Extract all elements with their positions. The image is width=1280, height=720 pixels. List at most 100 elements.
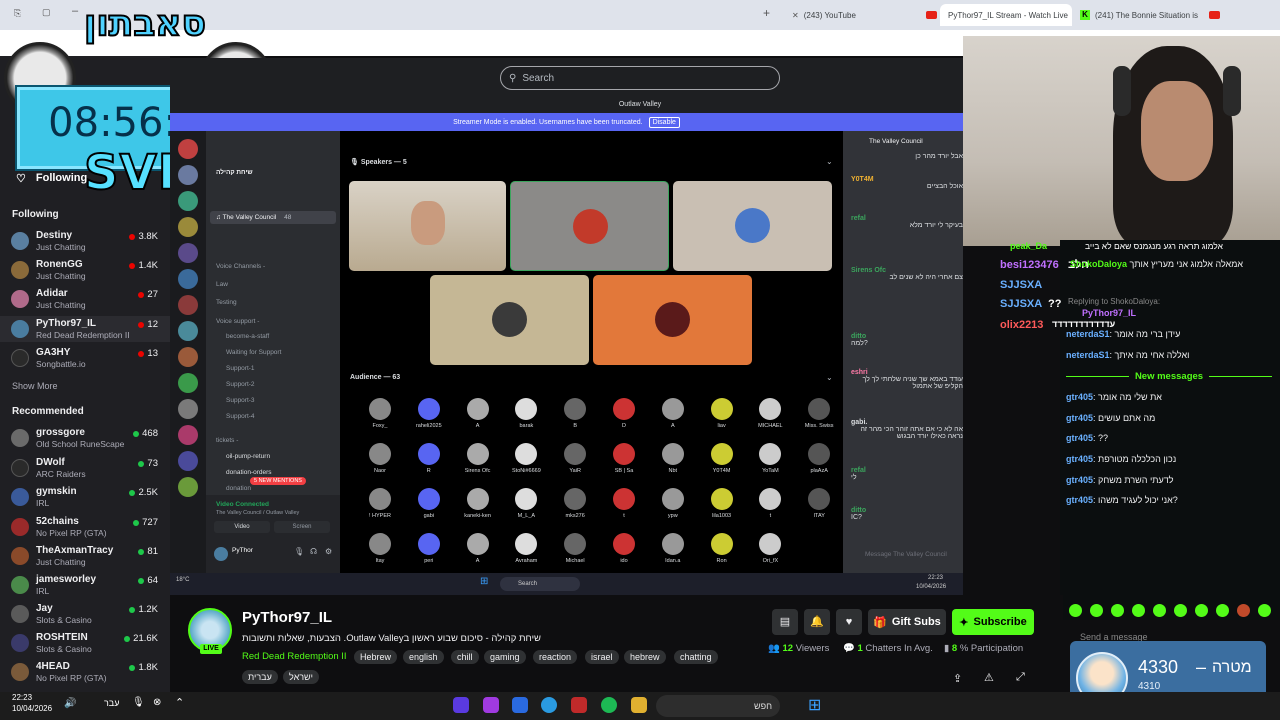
- audience-member[interactable]: kaneki-ken: [458, 488, 498, 519]
- sidebar-channel-destiny[interactable]: Destiny Just Chatting 3.8K: [0, 228, 170, 254]
- server-icon[interactable]: [178, 451, 198, 471]
- app-icon[interactable]: [483, 697, 499, 713]
- audience-member[interactable]: ! HYPER: [360, 488, 400, 519]
- server-icon[interactable]: [178, 373, 198, 393]
- audience-member[interactable]: YaiR: [555, 443, 595, 474]
- channel-item[interactable]: tickets -: [216, 437, 238, 444]
- audience-member[interactable]: raheli2025: [409, 398, 449, 429]
- language-indicator[interactable]: עבר: [104, 698, 119, 708]
- audience-member[interactable]: Y0T4M: [702, 443, 742, 474]
- server-icon[interactable]: [178, 165, 198, 185]
- channel-item[interactable]: become-a-staff: [226, 333, 269, 340]
- gift-subs-button[interactable]: 🎁 Gift Subs: [868, 609, 946, 635]
- category-link[interactable]: Red Dead Redemption II: [242, 651, 347, 662]
- server-icon[interactable]: [178, 425, 198, 445]
- server-icon[interactable]: [178, 191, 198, 211]
- channel-item[interactable]: Voice support -: [216, 318, 259, 325]
- collapse-icon[interactable]: ⤢: [1016, 671, 1025, 684]
- tag[interactable]: gaming: [484, 650, 526, 664]
- audience-member[interactable]: ypw: [653, 488, 693, 519]
- audience-member[interactable]: lila1003: [702, 488, 742, 519]
- headset-icon[interactable]: ☊: [310, 547, 317, 556]
- channel-item[interactable]: Waiting for Support: [226, 349, 281, 356]
- sidebar-channel-ronengg[interactable]: RonenGG Just Chatting 1.4K: [0, 257, 170, 283]
- emote-icon[interactable]: [1195, 604, 1208, 617]
- tag[interactable]: chatting: [674, 650, 718, 664]
- tab-list-icon[interactable]: ⎘: [14, 8, 21, 19]
- note-button[interactable]: ▤: [772, 609, 798, 635]
- tag[interactable]: עברית: [242, 670, 278, 684]
- audience-member[interactable]: Nbt: [653, 443, 693, 474]
- audience-member[interactable]: Naor: [360, 443, 400, 474]
- audience-member[interactable]: liav: [702, 398, 742, 429]
- server-icon[interactable]: [178, 243, 198, 263]
- tag[interactable]: ישראל: [283, 670, 319, 684]
- share-icon[interactable]: ⇪: [953, 672, 962, 685]
- close-icon[interactable]: ✕: [792, 11, 799, 20]
- audience-member[interactable]: A: [458, 398, 498, 429]
- disable-button[interactable]: Disable: [648, 116, 680, 128]
- channel-item[interactable]: Voice Channels -: [216, 263, 265, 270]
- wifi-icon[interactable]: ⊗: [153, 697, 161, 708]
- emote-icon[interactable]: [1111, 604, 1124, 617]
- channel-item[interactable]: Testing: [216, 299, 237, 306]
- tag[interactable]: reaction: [533, 650, 578, 664]
- new-tab-icon[interactable]: +: [763, 6, 770, 20]
- speaker-icon[interactable]: 🔊: [64, 698, 76, 709]
- audience-member[interactable]: Idan.a: [653, 533, 693, 564]
- screen-button[interactable]: Screen: [274, 521, 330, 533]
- gear-icon[interactable]: ⚙: [325, 547, 332, 556]
- chevron-down-icon[interactable]: ⌄: [826, 157, 833, 166]
- audience-member[interactable]: mks276: [555, 488, 595, 519]
- audience-member[interactable]: Ron: [702, 533, 742, 564]
- chevron-down-icon[interactable]: ⌄: [826, 373, 833, 382]
- audience-member[interactable]: YoTaM: [750, 443, 790, 474]
- sidebar-channel-ga3hy[interactable]: GA3HY Songbattle.io 13: [0, 345, 170, 371]
- new-messages-divider[interactable]: New messages: [1066, 370, 1272, 382]
- audience-member[interactable]: ITAY: [799, 488, 839, 519]
- audience-member[interactable]: gabi: [409, 488, 449, 519]
- channel-selected[interactable]: ♫ The Valley Council 48: [210, 211, 336, 224]
- server-icon[interactable]: [178, 139, 198, 159]
- taskbar-search[interactable]: חפש: [656, 695, 780, 717]
- mentions-badge[interactable]: 5 NEW MENTIONS: [250, 477, 306, 485]
- app-icon[interactable]: [453, 697, 469, 713]
- server-icon[interactable]: [178, 399, 198, 419]
- speaker-tile[interactable]: [510, 181, 669, 271]
- report-icon[interactable]: ⚠: [984, 671, 994, 684]
- sidebar-channel-jamesworley[interactable]: jamesworley IRL 64: [0, 572, 170, 598]
- server-icon[interactable]: [178, 269, 198, 289]
- audience-member[interactable]: peri: [409, 533, 449, 564]
- audience-member[interactable]: A: [458, 533, 498, 564]
- speaker-video-tile[interactable]: [349, 181, 506, 271]
- chrome-icon[interactable]: [541, 697, 557, 713]
- channel-item[interactable]: donation-orders: [226, 469, 272, 476]
- audience-member[interactable]: M_L_A: [506, 488, 546, 519]
- sidebar-channel-pythor[interactable]: PyThor97_IL Red Dead Redemption II 12: [0, 316, 170, 342]
- notification-button[interactable]: 🔔: [804, 609, 830, 635]
- streamer-name[interactable]: PyThor97_IL: [242, 609, 332, 626]
- emote-icon[interactable]: [1069, 604, 1082, 617]
- tag[interactable]: Hebrew: [354, 650, 398, 664]
- channel-item[interactable]: Support-2: [226, 381, 255, 388]
- audience-member[interactable]: t: [604, 488, 644, 519]
- audience-member[interactable]: D: [604, 398, 644, 429]
- sidebar-channel-dwolf[interactable]: DWolf ARC Raiders 73: [0, 455, 170, 481]
- sidebar-channel-theaxmantracy[interactable]: TheAxmanTracy Just Chatting 81: [0, 543, 170, 569]
- tag[interactable]: english: [403, 650, 444, 664]
- emote-icon[interactable]: [1216, 604, 1229, 617]
- show-more-button[interactable]: Show More: [12, 381, 58, 391]
- app-icon[interactable]: [571, 697, 587, 713]
- emote-icon[interactable]: [1132, 604, 1145, 617]
- folder-icon[interactable]: [631, 697, 647, 713]
- emote-icon[interactable]: [1258, 604, 1271, 617]
- audience-member[interactable]: Foxy_: [360, 398, 400, 429]
- sidebar-channel-52chains[interactable]: 52chains No Pixel RP (GTA) 727: [0, 514, 170, 540]
- audience-member[interactable]: Ori_fX: [750, 533, 790, 564]
- audience-member[interactable]: barak: [506, 398, 546, 429]
- emote-icon[interactable]: [1153, 604, 1166, 617]
- emote-icon[interactable]: [1174, 604, 1187, 617]
- app-icon[interactable]: [512, 697, 528, 713]
- discord-search-bar[interactable]: ⚲ Search: [500, 66, 780, 90]
- audience-member[interactable]: ido: [604, 533, 644, 564]
